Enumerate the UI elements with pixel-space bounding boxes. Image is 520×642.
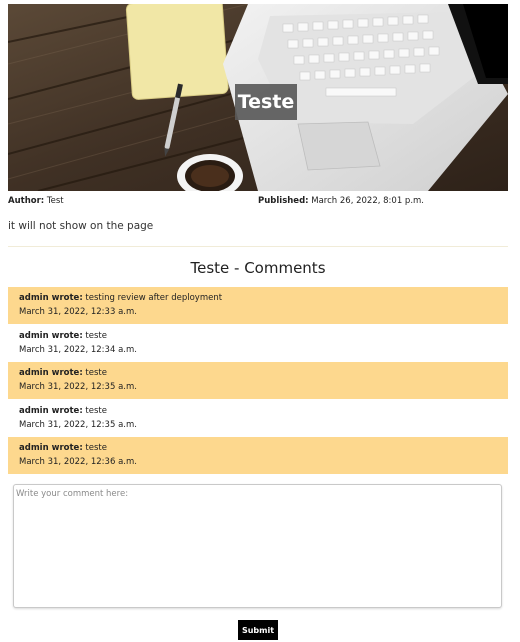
comment-date: March 31, 2022, 12:35 a.m.: [19, 381, 137, 392]
comment-date: March 31, 2022, 12:33 a.m.: [19, 306, 137, 317]
comments-heading: Teste - Comments: [190, 259, 326, 277]
comment-text: teste: [85, 331, 107, 341]
author-label: Author:: [8, 196, 45, 206]
comment-author: admin wrote:: [19, 293, 83, 303]
post-body: it will not show on the page: [8, 220, 154, 232]
comment-author: admin wrote:: [19, 368, 83, 378]
comment-item: admin wrote: teste March 31, 2022, 12:35…: [8, 362, 508, 399]
divider: [8, 246, 508, 247]
comment-item: admin wrote: teste March 31, 2022, 12:36…: [8, 437, 508, 474]
comment-text: teste: [85, 443, 107, 453]
post-title: Teste: [235, 84, 297, 120]
published-label: Published:: [258, 196, 309, 206]
comment-author: admin wrote:: [19, 406, 83, 416]
post-hero-image: Teste: [8, 4, 508, 191]
submit-button[interactable]: Submit: [238, 620, 278, 640]
post-author: Author: Test: [8, 196, 64, 206]
comment-text: teste: [85, 406, 107, 416]
comment-input[interactable]: [13, 484, 502, 608]
comment-date: March 31, 2022, 12:34 a.m.: [19, 344, 137, 355]
published-date: March 26, 2022, 8:01 p.m.: [311, 196, 425, 206]
comment-author: admin wrote:: [19, 443, 83, 453]
comment-item: admin wrote: teste March 31, 2022, 12:34…: [8, 325, 508, 362]
comment-date: March 31, 2022, 12:35 a.m.: [19, 419, 137, 430]
comment-text: teste: [85, 368, 107, 378]
comment-item: admin wrote: teste March 31, 2022, 12:35…: [8, 400, 508, 437]
comment-text: testing review after deployment: [85, 293, 223, 303]
comment-item: admin wrote: testing review after deploy…: [8, 287, 508, 324]
comment-author: admin wrote:: [19, 331, 83, 341]
post-published: Published: March 26, 2022, 8:01 p.m.: [258, 196, 424, 206]
author-name: Test: [46, 196, 64, 206]
comment-date: March 31, 2022, 12:36 a.m.: [19, 456, 137, 467]
